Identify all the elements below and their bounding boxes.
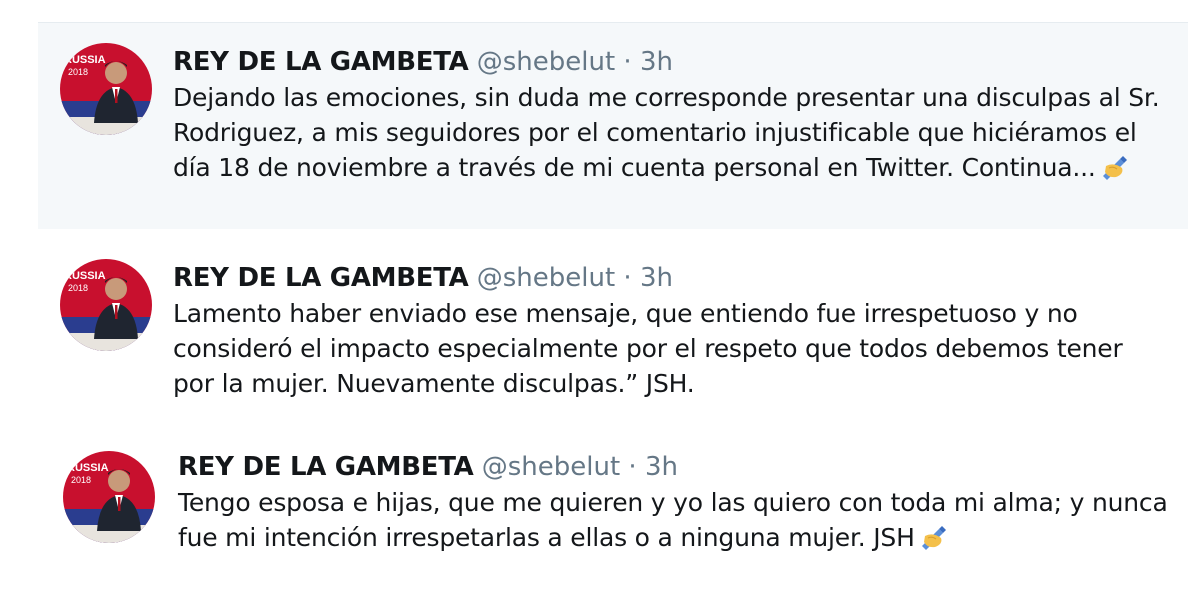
display-name[interactable]: REY DE LA GAMBETA bbox=[173, 47, 469, 77]
tweet-header: REY DE LA GAMBETA @shebelut · 3h bbox=[173, 261, 1168, 295]
tweet-text: Tengo esposa e hijas, que me quieren y y… bbox=[178, 485, 1168, 559]
avatar[interactable]: RUSSIA 2018 bbox=[60, 43, 152, 135]
separator-dot: · bbox=[628, 452, 637, 482]
avatar[interactable]: RUSSIA 2018 bbox=[63, 451, 155, 543]
svg-text:RUSSIA: RUSSIA bbox=[64, 54, 106, 66]
timestamp[interactable]: 3h bbox=[645, 452, 678, 482]
svg-text:RUSSIA: RUSSIA bbox=[64, 270, 106, 282]
avatar[interactable]: RUSSIA 2018 bbox=[60, 259, 152, 351]
writing-hand-icon bbox=[919, 524, 949, 559]
display-name[interactable]: REY DE LA GAMBETA bbox=[178, 452, 474, 482]
user-handle[interactable]: @shebelut bbox=[482, 452, 620, 482]
separator-dot: · bbox=[623, 47, 632, 77]
tweet-text-content: Tengo esposa e hijas, que me quieren y y… bbox=[178, 488, 1168, 552]
user-handle[interactable]: @shebelut bbox=[477, 47, 615, 77]
tweet-2[interactable]: RUSSIA 2018 REY DE LA GAMBETA @shebelut … bbox=[38, 248, 1188, 418]
tweet-text: Lamento haber enviado ese mensaje, que e… bbox=[173, 299, 1123, 398]
display-name[interactable]: REY DE LA GAMBETA bbox=[173, 263, 469, 293]
tweet-header: REY DE LA GAMBETA @shebelut · 3h bbox=[178, 450, 1168, 484]
tweet-text-content: Dejando las emociones, sin duda me corre… bbox=[173, 83, 1160, 182]
svg-text:RUSSIA: RUSSIA bbox=[67, 462, 109, 474]
tweet-1[interactable]: RUSSIA 2018 REY DE LA GAMBETA @shebelut … bbox=[38, 22, 1188, 229]
tweet-3[interactable]: RUSSIA 2018 REY DE LA GAMBETA @shebelut … bbox=[38, 438, 1188, 588]
user-handle[interactable]: @shebelut bbox=[477, 263, 615, 293]
timestamp[interactable]: 3h bbox=[640, 263, 673, 293]
svg-text:2018: 2018 bbox=[71, 475, 91, 485]
tweet-text: Dejando las emociones, sin duda me corre… bbox=[173, 80, 1168, 189]
separator-dot: · bbox=[623, 263, 632, 293]
timestamp[interactable]: 3h bbox=[640, 47, 673, 77]
svg-text:2018: 2018 bbox=[68, 283, 88, 293]
writing-hand-icon bbox=[1100, 154, 1130, 189]
tweet-header: REY DE LA GAMBETA @shebelut · 3h bbox=[173, 45, 1168, 79]
svg-text:2018: 2018 bbox=[68, 67, 88, 77]
